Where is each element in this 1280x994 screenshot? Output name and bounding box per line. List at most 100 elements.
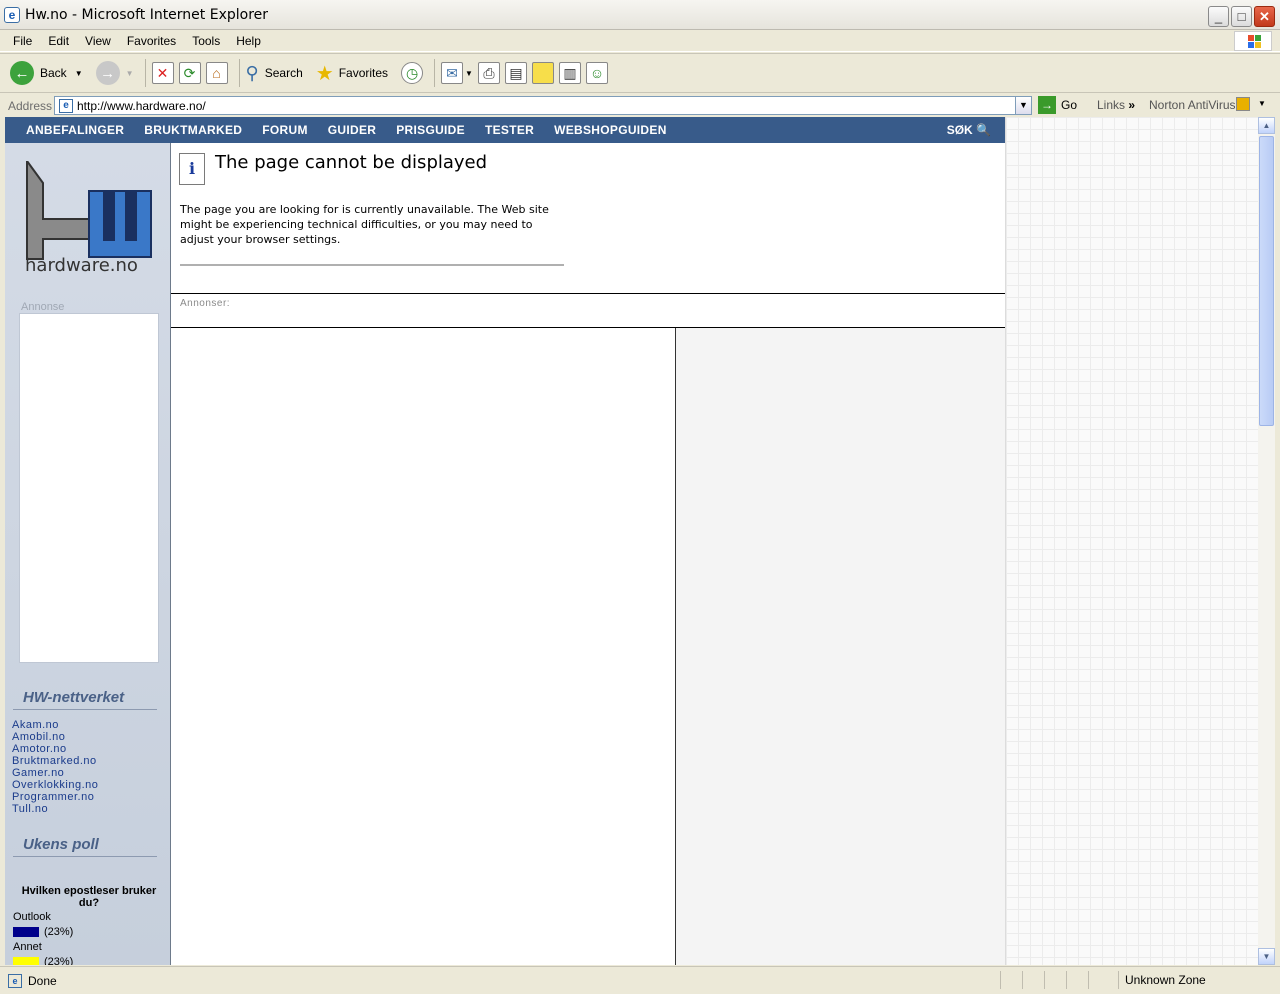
title-bar: e Hw.no - Microsoft Internet Explorer _ …: [0, 0, 1280, 30]
error-panel: i The page cannot be displayed The page …: [171, 143, 1005, 294]
menu-help[interactable]: Help: [228, 34, 269, 48]
nav-guider[interactable]: GUIDER: [328, 123, 376, 137]
print-button[interactable]: ⎙: [477, 57, 500, 89]
main-column: [171, 328, 676, 965]
go-button[interactable]: → Go: [1038, 96, 1077, 114]
status-divider: [1022, 971, 1023, 989]
address-url[interactable]: http://www.hardware.no/: [77, 99, 206, 113]
address-label: Address: [8, 98, 53, 113]
windows-logo-icon: [1234, 31, 1272, 51]
poll-title: Ukens poll: [23, 836, 99, 853]
back-arrow-icon: ←: [10, 61, 34, 85]
nav-anbefalinger[interactable]: ANBEFALINGER: [26, 123, 124, 137]
network-link-amobil[interactable]: Amobil.no: [12, 731, 65, 743]
go-label: Go: [1061, 98, 1078, 112]
address-input[interactable]: e http://www.hardware.no/ ▼: [54, 96, 1032, 115]
forward-arrow-icon: →: [95, 61, 120, 85]
scroll-thumb[interactable]: [1259, 136, 1274, 426]
nav-prisguide[interactable]: PRISGUIDE: [396, 123, 465, 137]
refresh-button[interactable]: ⟳: [178, 57, 201, 89]
network-link-tull[interactable]: Tull.no: [12, 803, 48, 815]
address-dropdown-icon[interactable]: ▼: [1015, 97, 1031, 114]
logo-text: hardware.no: [25, 255, 138, 276]
left-sidebar: hardware.no Annonse HW-nettverket Akam.n…: [5, 143, 171, 965]
menu-favorites[interactable]: Favorites: [119, 34, 184, 48]
status-divider: [1118, 971, 1119, 989]
ads-strip: Annonser:: [171, 294, 1005, 328]
site-nav-bar: ANBEFALINGER BRUKTMARKED FORUM GUIDER PR…: [5, 117, 1005, 143]
maximize-button[interactable]: □: [1231, 6, 1252, 27]
favorites-star-icon: ★: [315, 62, 334, 85]
search-label: Search: [264, 66, 303, 80]
network-link-amotor[interactable]: Amotor.no: [12, 743, 67, 755]
page-status-icon: e: [8, 973, 22, 988]
research-button[interactable]: ▥: [558, 57, 581, 89]
mail-button[interactable]: ✉ ▼: [441, 57, 473, 89]
address-bar: Address e http://www.hardware.no/ ▼ → Go…: [0, 94, 1280, 117]
menu-bar: File Edit View Favorites Tools Help: [0, 30, 1280, 52]
error-title: The page cannot be displayed: [215, 152, 488, 173]
page-icon: e: [59, 98, 73, 113]
search-button[interactable]: ⚲ Search: [246, 57, 303, 89]
links-button[interactable]: Links »: [1097, 98, 1135, 112]
ad-box[interactable]: [19, 313, 159, 663]
network-title: HW-nettverket: [23, 689, 125, 706]
mail-icon: ✉: [441, 62, 464, 84]
network-link-gamer[interactable]: Gamer.no: [12, 767, 64, 779]
close-button[interactable]: ✕: [1254, 6, 1275, 27]
page-background-area: [1005, 117, 1258, 965]
nav-bruktmarked[interactable]: BRUKTMARKED: [144, 123, 242, 137]
history-icon: ◷: [401, 62, 424, 84]
nav-tester[interactable]: TESTER: [485, 123, 534, 137]
status-divider: [1066, 971, 1067, 989]
network-link-bruktmarked[interactable]: Bruktmarked.no: [12, 755, 97, 767]
status-bar: e Done Unknown Zone: [0, 966, 1280, 994]
scroll-down-icon[interactable]: ▼: [1258, 948, 1275, 965]
nav-webshopguiden[interactable]: WEBSHOPGUIDEN: [554, 123, 667, 137]
go-arrow-icon: →: [1038, 96, 1056, 114]
network-link-programmer[interactable]: Programmer.no: [12, 791, 94, 803]
history-button[interactable]: ◷: [393, 57, 424, 89]
search-icon: ⚲: [245, 62, 259, 83]
back-dropdown-icon[interactable]: ▼: [75, 69, 83, 78]
back-button[interactable]: ← Back ▼: [10, 57, 83, 89]
site-search-button[interactable]: SØK 🔍: [947, 123, 991, 137]
poll-option-label: Annet: [13, 941, 42, 953]
note-icon: ■: [531, 62, 554, 84]
norton-antivirus-button[interactable]: Norton AntiVirus: [1149, 98, 1236, 112]
error-message: The page you are looking for is currentl…: [180, 203, 549, 246]
vertical-scrollbar[interactable]: ▲ ▼: [1258, 117, 1275, 965]
window-title: Hw.no - Microsoft Internet Explorer: [25, 6, 269, 23]
stop-button[interactable]: ✕: [151, 57, 174, 89]
print-icon: ⎙: [477, 62, 500, 84]
menu-view[interactable]: View: [77, 34, 119, 48]
favorites-button[interactable]: ★ Favorites: [308, 57, 388, 89]
network-link-akam[interactable]: Akam.no: [12, 719, 59, 731]
messenger-button[interactable]: ☺: [585, 57, 608, 89]
norton-icon[interactable]: [1236, 97, 1250, 111]
menu-tools[interactable]: Tools: [184, 34, 228, 48]
status-divider: [1088, 971, 1089, 989]
edit-icon: ▤: [504, 62, 527, 84]
network-link-overklokking[interactable]: Overklokking.no: [12, 779, 98, 791]
note-button[interactable]: ■: [531, 57, 554, 89]
divider: [180, 264, 564, 266]
home-button[interactable]: ⌂: [205, 57, 228, 89]
poll-option-pct: (23%): [44, 956, 74, 965]
divider: [13, 709, 157, 710]
nav-forum[interactable]: FORUM: [262, 123, 308, 137]
menu-edit[interactable]: Edit: [40, 34, 77, 48]
edit-button[interactable]: ▤: [504, 57, 527, 89]
poll-option-label: Outlook: [13, 911, 51, 923]
home-icon: ⌂: [205, 62, 228, 84]
menu-file[interactable]: File: [5, 34, 40, 48]
forward-button[interactable]: → ▼: [88, 57, 134, 89]
status-divider: [1044, 971, 1045, 989]
status-divider: [1000, 971, 1001, 989]
ad-label: Annonse: [21, 301, 65, 313]
poll-question: Hvilken epostleser bruker du?: [21, 885, 157, 909]
minimize-button[interactable]: _: [1208, 6, 1229, 27]
norton-dropdown-icon[interactable]: ▼: [1258, 99, 1266, 108]
stop-icon: ✕: [151, 62, 174, 84]
scroll-up-icon[interactable]: ▲: [1258, 117, 1275, 134]
